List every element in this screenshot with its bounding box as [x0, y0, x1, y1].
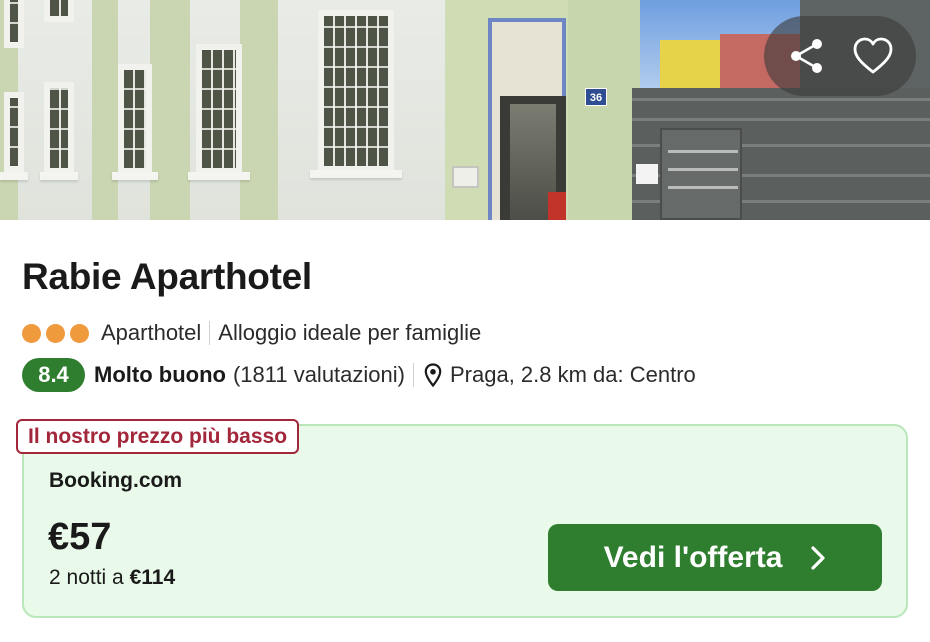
photo-window [196, 44, 242, 174]
chevron-right-icon [811, 545, 826, 570]
photo-pilaster [240, 0, 278, 220]
photo-actions [764, 16, 916, 96]
photo-building [660, 40, 720, 95]
star-dot-icon [70, 323, 89, 343]
hotel-name[interactable]: Rabie Aparthotel [22, 256, 312, 298]
photo-mailbox [452, 166, 479, 188]
photo-sill [40, 172, 78, 180]
photo-entrance-wall [568, 0, 640, 220]
offer-nights-text: 2 notti a [49, 566, 130, 589]
offer-total-price: €114 [129, 566, 176, 589]
offer-total: 2 notti a €114 [49, 566, 175, 590]
accommodation-type: Aparthotel [101, 320, 202, 345]
rating-label[interactable]: Molto buono [94, 362, 226, 388]
heart-icon [853, 37, 893, 74]
lowest-price-badge: Il nostro prezzo più basso [16, 419, 300, 454]
photo-window [4, 92, 24, 172]
offer-provider: Booking.com [49, 469, 183, 492]
view-offer-label: Vedi l'offerta [603, 540, 783, 574]
photo-window [318, 10, 394, 172]
photo-pilaster [92, 0, 118, 220]
rating-location-row: 8.4 Molto buono (1811 valutazioni) Praga… [22, 358, 696, 392]
star-rating [22, 323, 89, 343]
photo-gate-bar [668, 186, 738, 189]
photo-chair [548, 192, 566, 220]
accommodation-highlight: Alloggio ideale per famiglie [218, 320, 482, 345]
photo-sign [636, 164, 658, 184]
divider [412, 363, 414, 387]
share-button[interactable] [783, 32, 831, 80]
offer-price: €57 [48, 516, 112, 558]
hotel-meta-row: Aparthotel Alloggio ideale per famiglie [22, 318, 481, 348]
favorite-button[interactable] [849, 32, 897, 80]
photo-window [44, 82, 74, 174]
photo-gate-bar [668, 150, 738, 153]
photo-sill [188, 172, 250, 180]
review-count[interactable]: (1811 valutazioni) [233, 362, 405, 388]
divider [209, 321, 211, 345]
photo-pilaster [150, 0, 190, 220]
location-pin-icon [424, 363, 442, 387]
rating-score-badge[interactable]: 8.4 [22, 358, 85, 392]
photo-window [118, 64, 152, 174]
location-text[interactable]: Praga, 2.8 km da: Centro [450, 362, 696, 388]
photo-window [4, 0, 24, 48]
share-icon [791, 39, 822, 73]
photo-window [44, 0, 74, 22]
photo-house-number: 36 [585, 88, 607, 106]
view-offer-button[interactable]: Vedi l'offerta [548, 524, 882, 591]
photo-gate [660, 128, 742, 220]
star-dot-icon [46, 323, 65, 343]
photo-sill [310, 170, 402, 178]
photo-sill [112, 172, 158, 180]
photo-gate-bar [668, 168, 738, 171]
photo-sill [0, 172, 28, 180]
star-dot-icon [22, 323, 41, 343]
